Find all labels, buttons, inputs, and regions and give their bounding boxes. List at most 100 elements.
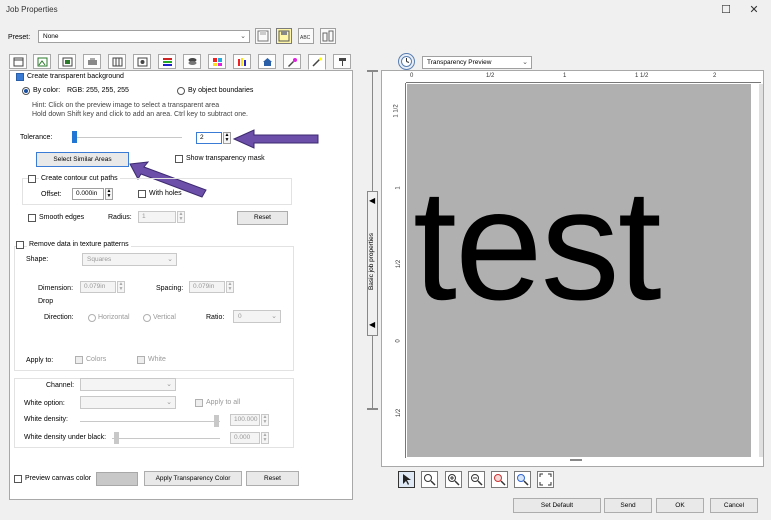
dimension-input[interactable]: 0.079in xyxy=(80,281,116,293)
apply-to-all-checkbox[interactable] xyxy=(195,399,203,407)
radius-value: 1 xyxy=(142,213,146,220)
select-similar-areas-button[interactable]: Select Similar Areas xyxy=(36,152,129,167)
tab-pin[interactable] xyxy=(333,54,351,69)
fullscreen-icon[interactable] xyxy=(537,471,554,488)
zoom-fit-icon[interactable] xyxy=(514,471,531,488)
tab-bar-color[interactable] xyxy=(233,54,251,69)
preview-horizontal-scrollbar[interactable] xyxy=(570,459,582,461)
preview-mode-dropdown[interactable]: Transparency Preview ⌄ xyxy=(422,56,532,69)
zoom-out-icon[interactable] xyxy=(468,471,485,488)
tab-target[interactable] xyxy=(133,54,151,69)
abc-text-icon[interactable]: ABC xyxy=(298,28,314,44)
preview-mode-value: Transparency Preview xyxy=(427,59,492,66)
tab-printer[interactable] xyxy=(83,54,101,69)
save-icon[interactable] xyxy=(255,28,271,44)
set-default-button[interactable]: Set Default xyxy=(513,498,601,513)
create-transparent-bg-checkbox[interactable] xyxy=(16,73,24,81)
tolerance-spinner[interactable]: ▲ ▼ xyxy=(223,132,231,144)
radius-spinner[interactable]: ▲ ▼ xyxy=(177,211,185,223)
white-density-input[interactable]: 100.000 xyxy=(230,414,260,426)
tab-grid[interactable] xyxy=(108,54,126,69)
remove-texture-data-checkbox[interactable] xyxy=(16,241,24,249)
create-contour-cut-paths-label: Create contour cut paths xyxy=(39,175,120,182)
apply-colors-checkbox[interactable] xyxy=(75,356,83,364)
chevron-down-icon: ⌄ xyxy=(166,399,172,406)
smooth-reset-button[interactable]: Reset xyxy=(237,211,288,225)
spacing-spinner[interactable]: ▲ ▼ xyxy=(226,281,234,293)
pointer-icon[interactable] xyxy=(398,471,415,488)
preview-sample-text: test xyxy=(413,157,662,333)
tab-magic-wand[interactable] xyxy=(308,54,326,70)
zoom-tool-icon[interactable] xyxy=(421,471,438,488)
channel-label: Channel: xyxy=(46,382,75,389)
under-black-slider-track[interactable] xyxy=(112,438,220,439)
upload-icon[interactable] xyxy=(320,28,336,44)
shape-dropdown[interactable]: Squares ⌄ xyxy=(82,253,177,266)
send-button[interactable]: Send xyxy=(604,498,652,513)
tab-layout[interactable] xyxy=(58,54,76,69)
horizontal-radio[interactable] xyxy=(88,314,96,322)
tab-page[interactable] xyxy=(9,54,27,69)
tab-color-swatch[interactable] xyxy=(208,54,226,69)
tab-stack[interactable] xyxy=(183,54,201,69)
with-holes-checkbox[interactable] xyxy=(138,190,146,198)
under-black-spinner[interactable]: ▲ ▼ xyxy=(261,432,269,444)
zoom-in-icon[interactable] xyxy=(445,471,462,488)
preview-canvas-color-checkbox[interactable] xyxy=(14,475,22,483)
dimension-spinner[interactable]: ▲ ▼ xyxy=(117,281,125,293)
rgb-value: RGB: 255, 255, 255 xyxy=(67,87,129,94)
create-contour-cut-paths-checkbox[interactable] xyxy=(28,175,36,183)
ruler-left-tick: 1/2 xyxy=(396,259,403,269)
white-option-label: White option: xyxy=(24,400,65,407)
offset-input[interactable]: 0.000in xyxy=(72,188,104,200)
tab-image[interactable] xyxy=(33,54,51,69)
apply-transparency-color-button[interactable]: Apply Transparency Color xyxy=(144,471,242,486)
maximize-button[interactable]: ☐ xyxy=(716,2,736,18)
radius-input[interactable]: 1 xyxy=(138,211,176,223)
under-black-input[interactable]: 0.000 xyxy=(230,432,260,444)
cancel-button[interactable]: Cancel xyxy=(710,498,758,513)
canvas-color-swatch[interactable] xyxy=(96,472,138,486)
ratio-dropdown[interactable]: 0 ⌄ xyxy=(233,310,281,323)
white-density-slider-thumb[interactable] xyxy=(214,415,219,427)
by-object-boundaries-radio[interactable] xyxy=(177,87,185,95)
preview-canvas[interactable]: test xyxy=(407,84,751,457)
collapse-left-arrow-icon[interactable]: ◀ xyxy=(369,320,375,329)
radius-label: Radius: xyxy=(108,214,132,221)
preset-dropdown[interactable]: None ⌄ xyxy=(38,30,250,43)
collapse-left-arrow-icon[interactable]: ◀ xyxy=(369,196,375,205)
spacing-value: 0.079in xyxy=(193,283,215,290)
tolerance-slider-track[interactable] xyxy=(72,137,182,138)
save-highlighted-icon[interactable] xyxy=(276,28,292,44)
tab-magic-color[interactable] xyxy=(283,54,301,69)
channel-dropdown[interactable]: ⌄ xyxy=(80,378,176,391)
vertical-radio[interactable] xyxy=(143,314,151,322)
tolerance-slider-thumb[interactable] xyxy=(72,131,77,143)
tab-house[interactable] xyxy=(258,54,276,69)
collapse-bar[interactable]: ◀ Basic job properties ◀ xyxy=(367,70,378,410)
collapse-handle[interactable]: ◀ Basic job properties ◀ xyxy=(367,191,378,336)
white-option-dropdown[interactable]: ⌄ xyxy=(80,396,176,409)
tab-layers[interactable] xyxy=(158,54,176,69)
under-black-slider-thumb[interactable] xyxy=(114,432,119,444)
preview-clock-icon[interactable] xyxy=(398,53,415,70)
spacing-input[interactable]: 0.079in xyxy=(189,281,225,293)
offset-spinner[interactable]: ▲ ▼ xyxy=(105,188,113,200)
zoom-selection-icon[interactable] xyxy=(491,471,508,488)
apply-white-checkbox[interactable] xyxy=(137,356,145,364)
white-density-slider-track[interactable] xyxy=(80,421,220,422)
ruler-top-tick: 1 xyxy=(563,73,567,79)
ok-button[interactable]: OK xyxy=(656,498,704,513)
close-button[interactable]: ✕ xyxy=(744,2,764,18)
bottom-reset-button[interactable]: Reset xyxy=(246,471,299,486)
svg-text:ABC: ABC xyxy=(300,35,311,41)
smooth-edges-checkbox[interactable] xyxy=(28,214,36,222)
spacing-label: Spacing: xyxy=(156,285,184,292)
under-black-label: White density under black: xyxy=(24,434,107,441)
tolerance-input[interactable]: 2 xyxy=(196,132,222,144)
white-density-spinner[interactable]: ▲ ▼ xyxy=(261,414,269,426)
preview-vertical-scrollbar[interactable] xyxy=(759,84,763,457)
by-color-radio[interactable] xyxy=(22,87,30,95)
shape-label: Shape: xyxy=(26,256,49,263)
offset-label: Offset: xyxy=(41,191,62,198)
